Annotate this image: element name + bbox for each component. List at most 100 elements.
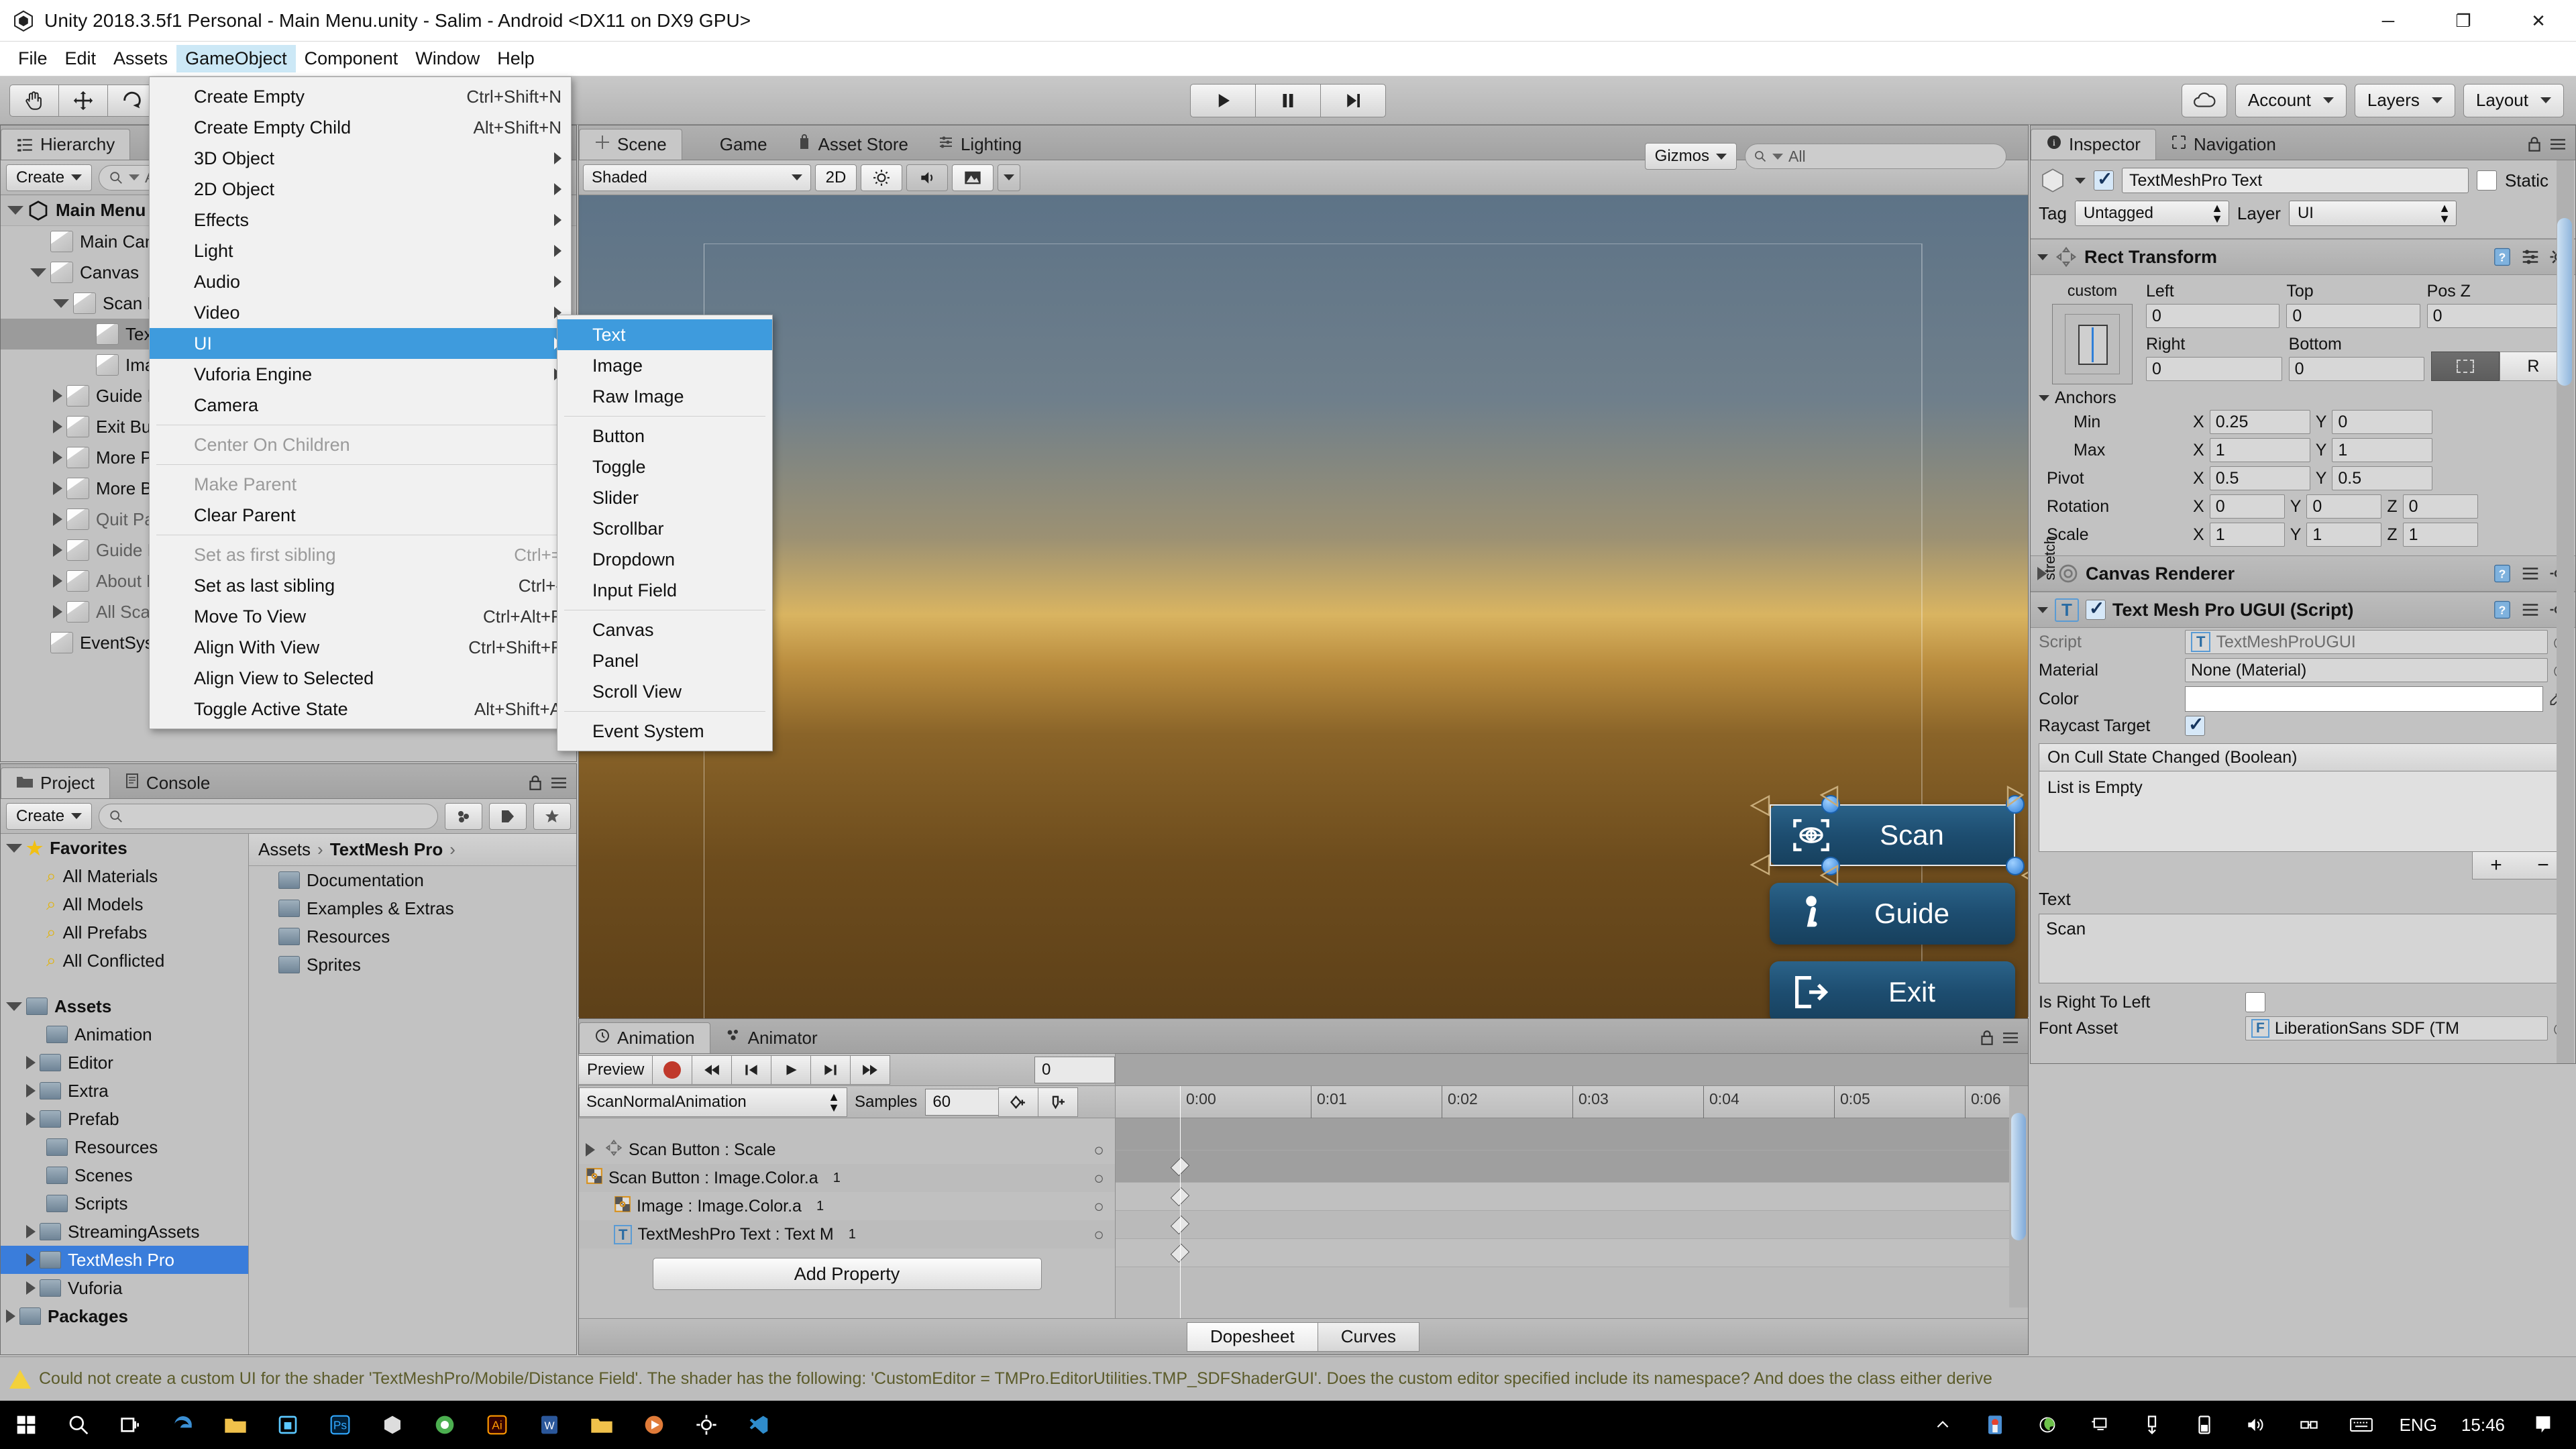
rect-field-input[interactable]: 0 [2288,357,2425,381]
samples-field[interactable]: 60 [925,1088,1000,1116]
chevron-right-icon[interactable] [26,1225,36,1238]
clip-dropdown[interactable]: ScanNormalAnimation ▲ ▼ [579,1087,847,1117]
chevron-down-icon[interactable] [6,843,22,853]
help-icon[interactable]: ? [2492,247,2512,267]
ui-menu-item[interactable]: Scrollbar [557,513,772,544]
menu-window[interactable]: Window [407,45,488,72]
scale-y-field[interactable]: 1 [2306,523,2382,547]
project-content-item[interactable]: Sprites [249,951,576,979]
volume-icon[interactable] [2237,1405,2277,1445]
chevron-down-icon[interactable] [2037,606,2048,613]
project-tree-row[interactable]: ⌕ All Prefabs [1,918,248,947]
inspector-scroll-thumb[interactable] [2557,218,2572,386]
tag-dropdown[interactable]: Untagged ▲ ▼ [2074,201,2229,226]
ui-menu-item[interactable]: Slider [557,482,772,513]
gameobject-menu-item[interactable]: Create Empty Ctrl+Shift+N [150,81,571,112]
rect-transform-header[interactable]: Rect Transform ? [2031,239,2575,275]
chevron-down-icon[interactable] [7,206,23,215]
project-tree-row[interactable]: Extra [1,1077,248,1105]
menu-assets[interactable]: Assets [105,45,176,72]
gameobject-menu-item[interactable]: Set as last sibling Ctrl+- [150,570,571,601]
gameobject-menu-item[interactable]: Create Empty Child Alt+Shift+N [150,112,571,143]
shading-mode-dropdown[interactable]: Shaded [583,164,811,191]
project-create-button[interactable]: Create [6,802,93,830]
network-icon[interactable] [2289,1405,2329,1445]
scale-x-field[interactable]: 1 [2209,523,2285,547]
static-checkbox[interactable] [2476,170,2497,191]
project-tree-row[interactable]: ⌕ All Models [1,890,248,918]
filter-by-type-button[interactable] [445,802,482,830]
gameobject-menu-item[interactable]: Align View to Selected [150,663,571,694]
rotation-x-field[interactable]: 0 [2209,494,2285,519]
preset-icon[interactable] [2520,247,2540,267]
project-tree-row[interactable]: ⌕ All Conflicted [1,947,248,975]
chevron-right-icon[interactable] [53,574,62,588]
scene-canvas[interactable]: Scan Guide Exit [579,195,2028,1051]
gameobject-menu-item[interactable]: 2D Object [150,174,571,205]
curve-toggle-icon[interactable]: ○ [1093,1140,1104,1161]
object-name-field[interactable]: TextMeshPro Text [2122,168,2469,193]
chevron-right-icon[interactable] [26,1056,36,1069]
play-animation-button[interactable] [771,1055,812,1085]
preview-button[interactable]: Preview [578,1055,653,1085]
hierarchy-create-button[interactable]: Create [6,164,93,191]
chevron-down-icon[interactable] [2075,177,2086,184]
timeline-row[interactable] [1116,1118,2028,1150]
paint-icon[interactable] [2027,1405,2068,1445]
chevron-down-icon[interactable] [53,299,69,308]
chevron-right-icon[interactable] [53,420,62,433]
gameobject-menu-item[interactable]: Clear Parent [150,500,571,531]
font-asset-field[interactable]: F LiberationSans SDF (TM [2245,1016,2548,1040]
gameobject-menu-item[interactable]: Move To View Ctrl+Alt+F [150,601,571,632]
chevron-up-icon[interactable] [1923,1405,1963,1445]
anchor-max-y-field[interactable]: 1 [2332,438,2433,462]
menu-component[interactable]: Component [296,45,407,72]
project-contents[interactable]: Assets › TextMesh Pro › Documentation Exampl… [249,834,576,1354]
project-tree-row[interactable]: TextMesh Pro [1,1246,248,1274]
object-enabled-checkbox[interactable] [2094,168,2114,191]
play-button[interactable] [1190,83,1256,117]
current-frame-field[interactable]: 0 [1034,1056,1115,1083]
scene-fx-dropdown[interactable] [998,164,1020,191]
task-view-icon[interactable] [111,1405,151,1445]
inspector-scrollbar[interactable] [2557,160,2574,1063]
chevron-right-icon[interactable] [26,1112,36,1126]
tmp-ugui-header[interactable]: T Text Mesh Pro UGUI (Script) ? [2031,592,2575,628]
animation-property-list[interactable]: Scan Button : Scale ○ Scan Button : Image.… [579,1118,1115,1248]
add-property-button[interactable]: Add Property [652,1258,1042,1290]
rtl-checkbox[interactable] [2245,992,2265,1012]
scene-search-input[interactable]: All [1745,144,2006,169]
project-tree-row[interactable]: StreamingAssets [1,1218,248,1246]
battery-icon[interactable] [2184,1405,2224,1445]
breadcrumb-item[interactable]: Assets [258,839,311,860]
layer-dropdown[interactable]: UI ▲ ▼ [2288,201,2457,226]
chevron-right-icon[interactable] [53,605,62,619]
gameobject-menu-item[interactable]: Light [150,235,571,266]
add-keyframe-button[interactable] [998,1087,1039,1117]
ui-menu-item[interactable]: Text [557,319,772,350]
close-button[interactable]: ✕ [2501,0,2576,42]
scene-audio-button[interactable] [906,164,948,191]
animation-property-row[interactable]: Scan Button : Image.Color.a 1 ○ [579,1164,1115,1192]
language-indicator[interactable]: ENG [2400,1415,2437,1436]
pivot-x-field[interactable]: 0.5 [2209,466,2310,490]
menu-edit[interactable]: Edit [56,45,105,72]
ui-menu-item[interactable]: Scroll View [557,676,772,707]
prev-keyframe-button[interactable] [731,1055,772,1085]
account-button[interactable]: Account [2235,83,2347,117]
cloud-button[interactable] [2181,83,2227,117]
rect-field-input[interactable]: 0 [2286,304,2420,328]
pivot-y-field[interactable]: 0.5 [2332,466,2433,490]
rotation-z-field[interactable]: 0 [2402,494,2478,519]
timeline-row[interactable] [1116,1183,2028,1211]
project-tree-row[interactable]: Animation [1,1020,248,1049]
gameobject-menu-item[interactable]: Camera [150,390,571,421]
chevron-right-icon[interactable] [53,389,62,402]
explorer-icon[interactable] [582,1405,622,1445]
tab-lighting[interactable]: Lighting [923,129,1036,160]
keyboard-icon[interactable] [2341,1405,2381,1445]
animation-panel-menu[interactable] [1980,1029,2020,1046]
project-tree-row[interactable]: Assets [1,992,248,1020]
project-tree-row[interactable]: Editor [1,1049,248,1077]
gameobject-menu-item[interactable]: Effects [150,205,571,235]
